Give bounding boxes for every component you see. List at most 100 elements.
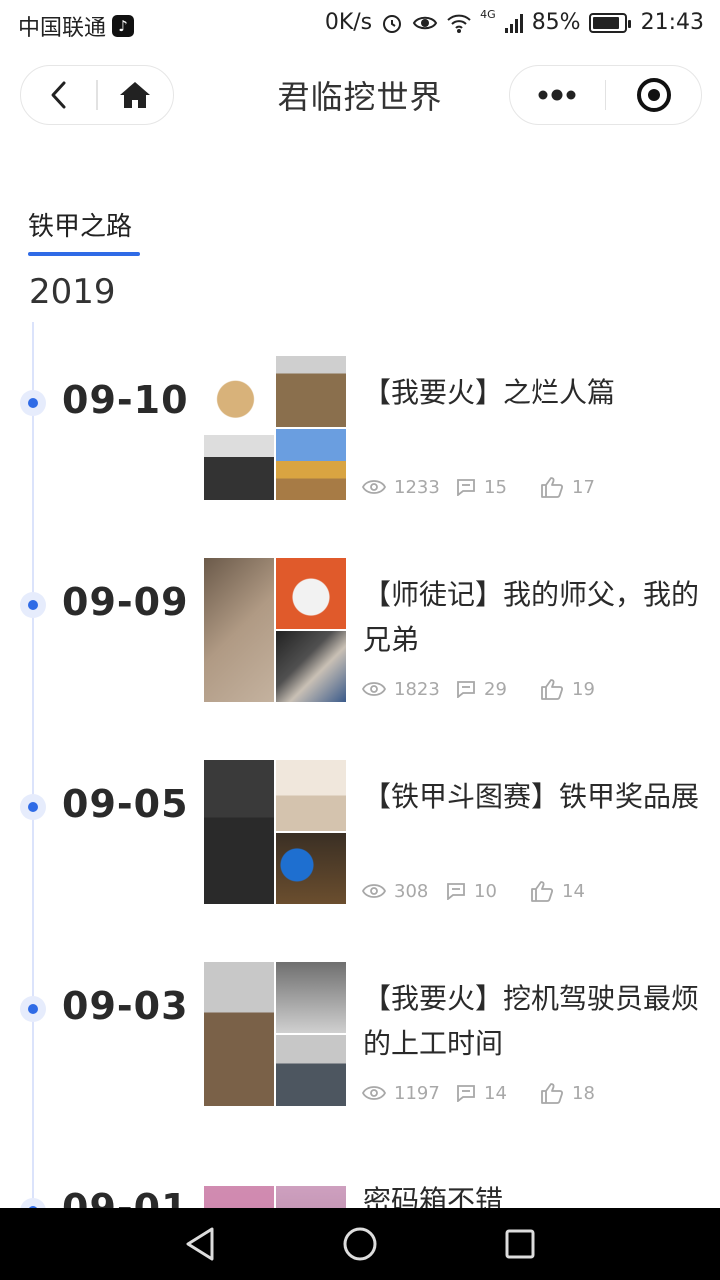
- thumbnail-image: [276, 558, 346, 629]
- thumbnail-image: [276, 1035, 346, 1106]
- eye-icon: [413, 16, 438, 29]
- entry-title[interactable]: 【师徒记】我的师父，我的兄弟: [363, 572, 708, 662]
- view-count: 1233: [362, 476, 456, 498]
- view-count-value: 308: [394, 880, 429, 902]
- entry-thumbnail-grid[interactable]: [204, 356, 346, 500]
- like-count-value: 17: [572, 476, 595, 498]
- thumbnail-image: [204, 356, 274, 500]
- thumbs-up-icon: [541, 477, 564, 498]
- like-count-value: 18: [572, 1082, 595, 1104]
- entry-title[interactable]: 【我要火】之烂人篇: [363, 370, 708, 415]
- clock: 21:43: [640, 10, 704, 35]
- view-count-value: 1823: [394, 678, 440, 700]
- tiktok-icon: ♪: [112, 15, 135, 37]
- square-recents-icon: [505, 1229, 535, 1259]
- status-right: 0K/s 4G 85% 21:43: [324, 8, 704, 35]
- entry-date: 09-03: [62, 984, 189, 1028]
- close-button[interactable]: [606, 66, 701, 124]
- signal-icon: [504, 13, 523, 33]
- thumbnail-image: [204, 760, 274, 904]
- thumbnail-image: [204, 1186, 274, 1208]
- nav-capsule-right: [509, 65, 702, 125]
- view-count: 1197: [362, 1082, 456, 1104]
- comment-count: 15: [456, 476, 540, 498]
- comment-count: 10: [446, 880, 530, 902]
- entry-date: 09-09: [62, 580, 189, 624]
- year-heading: 2019: [29, 272, 116, 312]
- wifi-icon: [447, 14, 471, 33]
- entry-stats: 308 10 14: [362, 880, 624, 902]
- nav-recents-button[interactable]: [500, 1224, 540, 1264]
- timeline-dot: [20, 794, 46, 820]
- network-speed: 0K/s: [324, 10, 373, 35]
- entry-thumbnail-grid[interactable]: [204, 760, 346, 904]
- circle-home-icon: [343, 1227, 377, 1261]
- entry-date: 09-01: [62, 1186, 189, 1208]
- thumbnail-image: [276, 356, 346, 427]
- comment-count-value: 14: [484, 1082, 507, 1104]
- thumbnail-image: [204, 962, 274, 1106]
- eye-icon: [362, 682, 386, 696]
- alarm-icon: [383, 14, 402, 33]
- entry-title[interactable]: 【我要火】挖机驾驶员最烦的上工时间: [363, 976, 708, 1066]
- like-count-value: 19: [572, 678, 595, 700]
- like-count-value: 14: [562, 880, 585, 902]
- entry-stats: 1233 15 17: [362, 476, 634, 498]
- thumbs-up-icon: [541, 1083, 564, 1104]
- eye-icon: [362, 480, 386, 494]
- comment-count: 29: [456, 678, 540, 700]
- target-icon: [636, 78, 671, 112]
- battery-percent: 85%: [531, 10, 581, 35]
- timeline-entry[interactable]: 09-01 密码箱不错: [0, 1186, 720, 1208]
- view-count-value: 1233: [394, 476, 440, 498]
- thumbnail-image: [204, 558, 274, 702]
- timeline-entry[interactable]: 09-10 【我要火】之烂人篇 1233 15 17: [0, 356, 720, 528]
- comment-icon: [457, 681, 475, 698]
- timeline-dot: [20, 996, 46, 1022]
- like-count[interactable]: 18: [540, 1082, 634, 1104]
- view-count: 1823: [362, 678, 456, 700]
- eye-icon: [362, 1086, 386, 1100]
- view-count: 308: [362, 880, 446, 902]
- status-left: 中国联通 ♪: [18, 10, 135, 42]
- entry-stats: 1197 14 18: [362, 1082, 634, 1104]
- timeline-dot: [20, 592, 46, 618]
- comment-icon: [447, 883, 465, 900]
- like-count[interactable]: 17: [540, 476, 634, 498]
- entry-stats: 1823 29 19: [362, 678, 634, 700]
- network-type: 4G: [480, 8, 496, 21]
- like-count[interactable]: 14: [530, 880, 624, 902]
- more-button[interactable]: [510, 66, 605, 124]
- tab-tiejia-road[interactable]: 铁甲之路: [28, 206, 132, 243]
- timeline-dot: [20, 1198, 46, 1208]
- entry-thumbnail-grid[interactable]: [204, 558, 346, 702]
- timeline-entry[interactable]: 09-09 【师徒记】我的师父，我的兄弟 1823 29 19: [0, 558, 720, 730]
- thumbs-up-icon: [531, 881, 554, 902]
- triangle-back-icon: [186, 1227, 214, 1261]
- nav-back-button[interactable]: [180, 1224, 220, 1264]
- entry-thumbnail-grid[interactable]: [204, 1186, 346, 1208]
- like-count[interactable]: 19: [540, 678, 634, 700]
- battery-icon: [588, 12, 631, 33]
- thumbnail-image: [276, 1186, 346, 1208]
- timeline-entry[interactable]: 09-03 【我要火】挖机驾驶员最烦的上工时间 1197 14 18: [0, 962, 720, 1134]
- timeline-entry[interactable]: 09-05 【铁甲斗图赛】铁甲奖品展 308 10 14: [0, 760, 720, 932]
- tab-active-indicator: [28, 252, 140, 256]
- status-bar: 中国联通 ♪ 0K/s 4G 85% 21:43: [0, 0, 720, 50]
- thumbnail-image: [276, 833, 346, 904]
- thumbnail-image: [276, 962, 346, 1033]
- timeline-dot: [20, 390, 46, 416]
- comment-count-value: 15: [484, 476, 507, 498]
- entry-thumbnail-grid[interactable]: [204, 962, 346, 1106]
- thumbnail-image: [276, 760, 346, 831]
- nav-home-button[interactable]: [340, 1224, 380, 1264]
- entry-date: 09-05: [62, 782, 189, 826]
- thumbnail-image: [276, 429, 346, 500]
- comment-count: 14: [456, 1082, 540, 1104]
- entry-title[interactable]: 【铁甲斗图赛】铁甲奖品展: [363, 774, 708, 819]
- system-nav-bar: [0, 1208, 720, 1280]
- carrier-name: 中国联通: [18, 16, 107, 41]
- entry-title[interactable]: 密码箱不错: [363, 1186, 708, 1208]
- view-count-value: 1197: [394, 1082, 440, 1104]
- comment-count-value: 29: [484, 678, 507, 700]
